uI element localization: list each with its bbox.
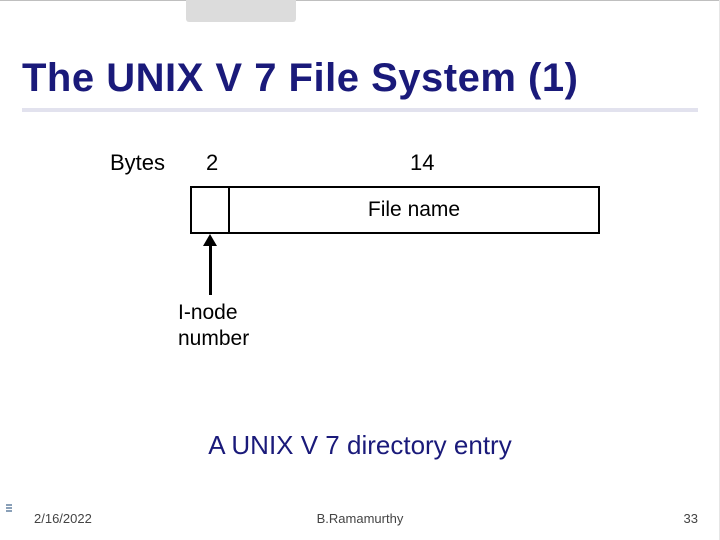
column-width-filename: 14 (410, 150, 434, 176)
inode-number-label: I-node number (178, 300, 249, 353)
directory-entry-diagram: Bytes 2 14 File name I-node number (90, 150, 610, 370)
bytes-label: Bytes (110, 150, 165, 176)
field-filename-label: File name (368, 198, 460, 222)
top-border (0, 0, 720, 1)
footer-author: B.Ramamurthy (0, 511, 720, 526)
column-width-inode: 2 (206, 150, 218, 176)
field-filename-box: File name (230, 186, 600, 234)
header-tab-decoration (186, 0, 296, 22)
arrow-shaft (209, 240, 212, 295)
inode-label-line1: I-node (178, 301, 238, 324)
title-underline (22, 108, 698, 112)
inode-label-line2: number (178, 327, 249, 350)
slide: The UNIX V 7 File System (1) Bytes 2 14 … (0, 0, 720, 540)
slide-title: The UNIX V 7 File System (1) (22, 56, 578, 101)
field-inode-box (190, 186, 230, 234)
slide-caption: A UNIX V 7 directory entry (0, 430, 720, 461)
footer-page-number: 33 (684, 511, 698, 526)
